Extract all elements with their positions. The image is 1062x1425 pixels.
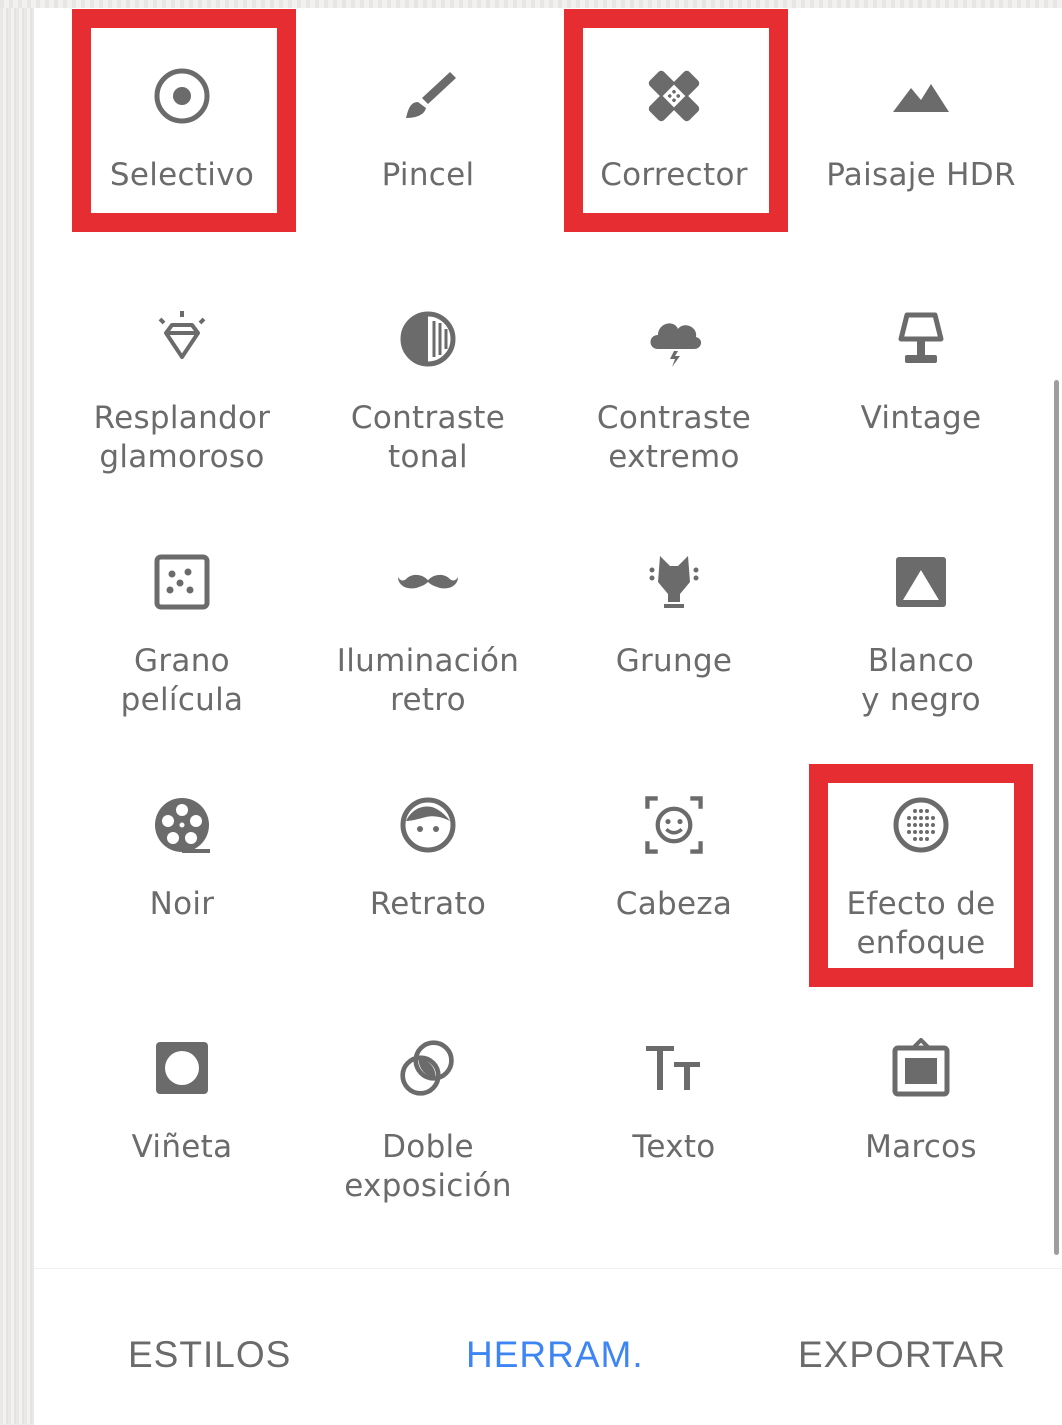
diamond-glow-icon: [152, 309, 212, 369]
tool-label: Grunge: [615, 643, 733, 679]
tool-retrato[interactable]: Retrato: [308, 745, 548, 975]
storm-cloud-icon: [644, 309, 704, 369]
tool-label: Marcos: [865, 1129, 977, 1165]
tool-paisaje-hdr[interactable]: Paisaje HDR: [801, 16, 1041, 246]
tool-label: Noir: [149, 886, 215, 922]
grunge-guitar-icon: [644, 552, 704, 612]
brush-icon: [398, 66, 458, 126]
lamp-icon: [891, 309, 951, 369]
scrollbar[interactable]: [1054, 380, 1059, 1255]
tool-noir[interactable]: Noir: [62, 745, 302, 975]
tonal-circle-icon: [398, 309, 458, 369]
mountains-icon: [891, 66, 951, 126]
tool-label: Iluminación retro: [336, 643, 520, 718]
portrait-face-icon: [398, 795, 458, 855]
tool-label: Doble exposición: [344, 1129, 512, 1204]
film-reel-icon: [152, 795, 212, 855]
mustache-icon: [398, 552, 458, 612]
tool-iluminacion-retro[interactable]: Iluminación retro: [308, 502, 548, 732]
text-tt-icon: [644, 1038, 704, 1098]
tool-grunge[interactable]: Grunge: [554, 502, 794, 732]
tool-cabeza[interactable]: Cabeza: [554, 745, 794, 975]
tool-label: Vintage: [860, 400, 982, 436]
tool-label: Contraste tonal: [350, 400, 506, 475]
tool-contraste-tonal[interactable]: Contraste tonal: [308, 259, 548, 489]
background-texture-left: [0, 0, 34, 1424]
tool-label: Pincel: [381, 157, 475, 193]
tool-label: Contraste extremo: [596, 400, 752, 475]
face-scan-icon: [644, 795, 704, 855]
tool-grano-pelicula[interactable]: Grano película: [62, 502, 302, 732]
highlight-box-efecto-de-enfoque: [809, 764, 1033, 987]
tool-vintage[interactable]: Vintage: [801, 259, 1041, 489]
tool-doble-exposicion[interactable]: Doble exposición: [308, 988, 548, 1218]
tab-herramientas[interactable]: HERRAM.: [466, 1334, 644, 1376]
tool-contraste-extremo[interactable]: Contraste extremo: [554, 259, 794, 489]
bottom-tab-bar: ESTILOS HERRAM. EXPORTAR: [34, 1268, 1062, 1425]
double-exposure-icon: [398, 1038, 458, 1098]
tool-vineta[interactable]: Viñeta: [62, 988, 302, 1218]
tool-label: Retrato: [369, 886, 487, 922]
tab-exportar[interactable]: EXPORTAR: [798, 1334, 1006, 1376]
highlight-box-selectivo: [72, 9, 296, 232]
film-grain-icon: [152, 552, 212, 612]
highlight-box-corrector: [564, 9, 788, 232]
tool-marcos[interactable]: Marcos: [801, 988, 1041, 1218]
vignette-icon: [152, 1038, 212, 1098]
tool-blanco-y-negro[interactable]: Blanco y negro: [801, 502, 1041, 732]
frame-icon: [891, 1038, 951, 1098]
tool-resplandor-glamoroso[interactable]: Resplandor glamoroso: [62, 259, 302, 489]
tool-pincel[interactable]: Pincel: [308, 16, 548, 246]
tool-label: Cabeza: [615, 886, 733, 922]
tool-label: Viñeta: [131, 1129, 233, 1165]
tool-label: Grano película: [120, 643, 244, 718]
background-texture-top: [0, 0, 1062, 8]
tool-label: Resplandor glamoroso: [93, 400, 271, 475]
tool-label: Texto: [632, 1129, 716, 1165]
tool-label: Paisaje HDR: [826, 157, 1016, 193]
tool-label: Blanco y negro: [861, 643, 981, 718]
black-white-icon: [891, 552, 951, 612]
tab-estilos[interactable]: ESTILOS: [128, 1334, 291, 1376]
tool-texto[interactable]: Texto: [554, 988, 794, 1218]
